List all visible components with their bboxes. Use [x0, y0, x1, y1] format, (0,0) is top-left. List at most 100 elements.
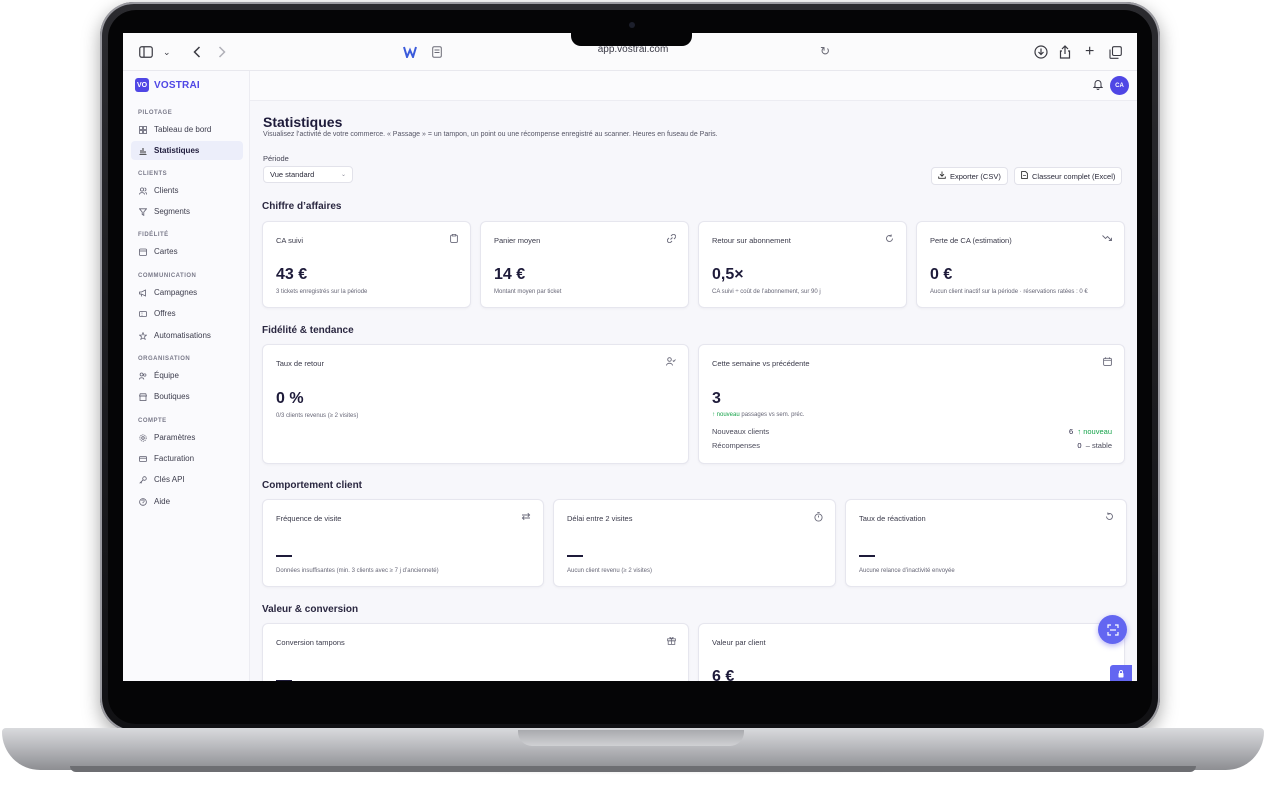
value-per-client-card: Valeur par client 6 €: [698, 623, 1125, 681]
sidebar-item-label: Statistiques: [154, 146, 200, 155]
brand-logo[interactable]: VO VOSTRAI: [135, 78, 200, 92]
sidebar-item-clients[interactable]: Clients: [131, 181, 243, 200]
download-icon: [938, 171, 946, 181]
new-tab-icon[interactable]: +: [1085, 43, 1094, 61]
card-value: 0,5×: [712, 266, 744, 283]
back-icon[interactable]: [193, 43, 201, 61]
card-title: Valeur par client: [712, 638, 766, 647]
card-value: 43 €: [276, 266, 308, 283]
sidebar-item-api-keys[interactable]: Clés API: [131, 470, 243, 489]
avatar[interactable]: CA: [1110, 76, 1129, 95]
retention-card: Taux de retour 0 % 0/3 clients revenus (…: [262, 344, 689, 464]
kpi-card-panier-moyen: Panier moyen 14 € Montant moyen par tick…: [480, 221, 689, 308]
card-title: Cette semaine vs précédente: [712, 359, 810, 368]
swap-icon: [521, 512, 531, 523]
download-icon[interactable]: [1034, 43, 1048, 61]
card-title: Taux de retour: [276, 359, 324, 368]
sidebar-item-label: Offres: [154, 309, 176, 318]
sidebar-item-offers[interactable]: Offres: [131, 304, 243, 323]
sidebar-item-billing[interactable]: Facturation: [131, 449, 243, 468]
team-icon: [139, 372, 147, 380]
sidebar-item-label: Segments: [154, 207, 191, 216]
sidebar-item-cards[interactable]: Cartes: [131, 242, 243, 261]
card-title: Perte de CA (estimation): [930, 236, 1012, 245]
share-icon[interactable]: [1059, 43, 1071, 61]
sidebar-item-help[interactable]: Aide: [131, 492, 243, 511]
page-title: Statistiques: [263, 114, 343, 130]
key-icon: [139, 475, 147, 484]
reload-icon[interactable]: ↻: [820, 44, 830, 58]
export-csv-label: Exporter (CSV): [950, 171, 1001, 181]
filter-icon: [139, 207, 147, 216]
nav-section-clients: CLIENTS: [138, 171, 168, 177]
forward-icon[interactable]: [218, 43, 226, 61]
bell-icon[interactable]: [1092, 79, 1104, 93]
card-hint: 0/3 clients revenus (≥ 2 visites): [276, 413, 359, 419]
feedback-tab[interactable]: [1110, 665, 1132, 681]
sidebar-item-campaigns[interactable]: Campagnes: [131, 283, 243, 302]
file-icon: [1021, 171, 1028, 181]
card-hint: Montant moyen par ticket: [494, 289, 562, 295]
card-value: 0 €: [930, 266, 953, 283]
link-icon: [667, 234, 676, 245]
clipboard-icon: [450, 234, 458, 245]
sidebar-item-segments[interactable]: Segments: [131, 202, 243, 221]
laptop-opening-notch: [518, 730, 744, 746]
users-icon: [139, 186, 147, 195]
row-trend: ↑ nouveau: [1077, 427, 1112, 436]
export-csv-button[interactable]: Exporter (CSV): [931, 167, 1008, 185]
sidebar-item-label: Clients: [154, 186, 179, 195]
tabs-overview-icon[interactable]: [1109, 43, 1122, 61]
export-excel-button[interactable]: Classeur complet (Excel): [1014, 167, 1123, 185]
sidebar-item-label: Clés API: [154, 475, 185, 484]
row-trend: – stable: [1085, 441, 1112, 450]
gear-icon: [139, 433, 147, 442]
sidebar-item-team[interactable]: Équipe: [131, 366, 243, 385]
card-hint: Aucun client inactif sur la période · ré…: [930, 289, 1088, 295]
card-title: Panier moyen: [494, 236, 541, 245]
trend-text: passages vs sem. préc.: [741, 412, 805, 418]
timer-icon: [814, 512, 823, 524]
scan-button[interactable]: [1098, 615, 1127, 644]
sidebar-item-automations[interactable]: Automatisations: [131, 326, 243, 345]
card-hint: Données insuffisantes (min. 3 clients av…: [276, 568, 439, 574]
grid-icon: [139, 125, 147, 134]
behavior-card-delay: Délai entre 2 visites Aucun client reven…: [553, 499, 836, 587]
sidebar-item-label: Équipe: [154, 371, 179, 380]
nav-section-communication: COMMUNICATION: [138, 273, 197, 279]
kpi-card-ca-suivi: CA suivi 43 € 3 tickets enregistrés sur …: [262, 221, 471, 308]
card-hint: Aucune relance d’inactivité envoyée: [859, 568, 955, 574]
trend-badge: ↑ nouveau: [712, 412, 740, 418]
behavior-card-reactivation: Taux de réactivation Aucune relance d’in…: [845, 499, 1127, 587]
empty-value-dash: [859, 555, 875, 557]
chevron-down-icon[interactable]: ⌄: [163, 43, 171, 61]
bar-chart-icon: [139, 147, 147, 155]
ticket-icon: [139, 310, 147, 318]
behavior-card-frequency: Fréquence de visite Données insuffisante…: [262, 499, 544, 587]
period-label: Période: [263, 154, 289, 163]
sidebar-item-stores[interactable]: Boutiques: [131, 387, 243, 406]
card-value: 6 €: [712, 668, 735, 681]
card-title: Taux de réactivation: [859, 514, 926, 523]
sidebar-item-settings[interactable]: Paramètres: [131, 428, 243, 447]
kpi-card-retour-abonnement: Retour sur abonnement 0,5× CA suivi ÷ co…: [698, 221, 907, 308]
card-title: CA suivi: [276, 236, 304, 245]
star-icon: [139, 331, 147, 340]
gift-icon: [667, 636, 676, 647]
brand-name: VOSTRAI: [154, 79, 200, 91]
screen: ⌄ app.vostrai.com ↻ + VO VOSTRAI PILOTAG…: [123, 33, 1137, 681]
sidebar-item-statistics[interactable]: Statistiques: [131, 141, 243, 160]
help-icon: [139, 497, 147, 506]
reader-icon[interactable]: [432, 43, 442, 61]
sidebar-item-label: Campagnes: [154, 288, 198, 297]
period-select[interactable]: Vue standard ⌄: [263, 166, 353, 183]
empty-value-dash: [567, 555, 583, 557]
section-title-ca: Chiffre d’affaires: [262, 201, 342, 212]
brand-mark: VO: [135, 78, 149, 92]
sidebar-item-label: Paramètres: [154, 433, 196, 442]
sidebar-toggle-icon[interactable]: [139, 43, 153, 61]
sidebar-item-dashboard[interactable]: Tableau de bord: [131, 120, 243, 139]
export-excel-label: Classeur complet (Excel): [1032, 171, 1116, 181]
sidebar-item-label: Automatisations: [154, 331, 211, 340]
card-value: 14 €: [494, 266, 526, 283]
